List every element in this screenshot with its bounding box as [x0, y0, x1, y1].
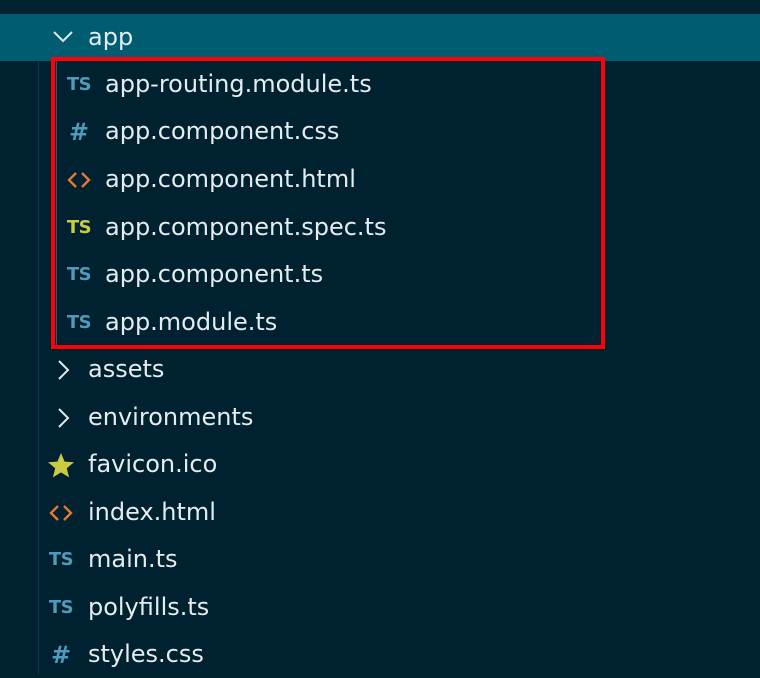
tree-file-label: app.component.spec.ts	[105, 213, 387, 241]
tree-file-app-module[interactable]: TS app.module.ts	[0, 299, 760, 346]
tree-file-label: app.component.ts	[105, 260, 324, 288]
tree-file-label: app.component.css	[105, 117, 340, 145]
tree-folder-app[interactable]: app	[0, 14, 760, 61]
tree-folder-label: environments	[88, 403, 254, 431]
typescript-spec-icon: TS	[66, 216, 92, 238]
tree-folder-environments[interactable]: environments	[0, 394, 760, 441]
tree-file-label: main.ts	[88, 545, 178, 573]
star-icon	[44, 441, 78, 488]
tree-folder-label: assets	[88, 355, 165, 383]
chevron-right-icon[interactable]	[56, 394, 76, 441]
css-icon: #	[68, 117, 90, 146]
tree-folder-label: app	[88, 23, 134, 51]
typescript-icon: TS	[48, 596, 74, 618]
chevron-down-icon[interactable]	[52, 14, 73, 61]
tree-file-app-component-css[interactable]: # app.component.css	[0, 108, 760, 155]
tree-folder-assets[interactable]: assets	[0, 346, 760, 393]
typescript-icon: TS	[66, 73, 92, 95]
css-icon: #	[50, 640, 72, 669]
tree-file-main-ts[interactable]: TS main.ts	[0, 536, 760, 583]
chevron-right-icon[interactable]	[56, 346, 76, 393]
typescript-icon: TS	[48, 548, 74, 570]
tree-file-favicon[interactable]: favicon.ico	[0, 441, 760, 488]
html-icon	[44, 489, 78, 536]
indent-guide-outer	[38, 61, 39, 675]
tree-file-app-routing-module[interactable]: TS app-routing.module.ts	[0, 61, 760, 108]
indent-guide-inner	[56, 61, 57, 347]
typescript-icon: TS	[66, 311, 92, 333]
tree-file-label: index.html	[88, 498, 216, 526]
tree-file-label: app.module.ts	[105, 308, 278, 336]
tree-file-app-component-ts[interactable]: TS app.component.ts	[0, 251, 760, 298]
tree-file-label: favicon.ico	[88, 450, 218, 478]
tree-file-label: app-routing.module.ts	[105, 70, 372, 98]
tree-file-label: polyfills.ts	[88, 593, 210, 621]
file-explorer: app TS app-routing.module.ts # app.compo…	[0, 0, 760, 675]
tree-file-polyfills-ts[interactable]: TS polyfills.ts	[0, 584, 760, 631]
tree-file-label: styles.css	[88, 640, 204, 668]
tree-file-label: app.component.html	[105, 165, 356, 193]
tree-file-styles-css[interactable]: # styles.css	[0, 631, 760, 678]
html-icon	[62, 156, 96, 203]
explorer-top-strip	[0, 0, 760, 14]
tree-file-index-html[interactable]: index.html	[0, 489, 760, 536]
tree-file-app-component-spec[interactable]: TS app.component.spec.ts	[0, 204, 760, 251]
tree-file-app-component-html[interactable]: app.component.html	[0, 156, 760, 203]
typescript-icon: TS	[66, 263, 92, 285]
